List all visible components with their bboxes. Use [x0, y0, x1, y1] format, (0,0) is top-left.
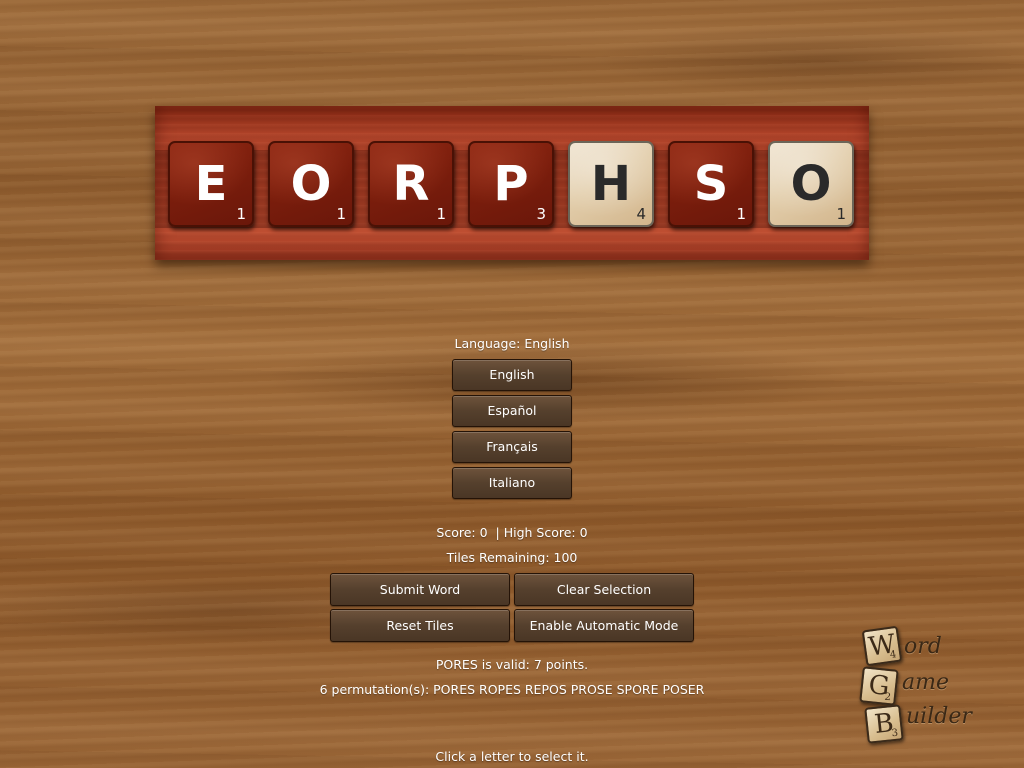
tile-letter: R [392, 156, 430, 212]
letter-tile-selected[interactable]: O 1 [768, 141, 854, 227]
logo-word: ame [902, 670, 949, 695]
logo-tile: W 4 [861, 625, 903, 667]
tile-value: 1 [336, 205, 346, 223]
button-label: English [489, 367, 535, 382]
tile-value: 4 [636, 205, 646, 223]
language-label: Language: English [454, 336, 570, 351]
tile-value: 1 [836, 205, 846, 223]
word-game-builder-logo: W 4 ord G 2 ame B 3 uilder [858, 624, 988, 748]
language-italian-button[interactable]: Italiano [452, 467, 572, 499]
submit-word-button[interactable]: Submit Word [330, 573, 510, 606]
score-text: Score: 0 | High Score: 0 [436, 525, 588, 540]
letter-tile[interactable]: E 1 [168, 141, 254, 227]
language-french-button[interactable]: Français [452, 431, 572, 463]
language-spanish-button[interactable]: Español [452, 395, 572, 427]
game-screen: { "rack": { "tiles": [ {"letter": "E", "… [0, 0, 1024, 768]
button-label: Enable Automatic Mode [529, 618, 679, 633]
tile-letter: P [493, 156, 529, 212]
tile-value: 1 [436, 205, 446, 223]
reset-tiles-button[interactable]: Reset Tiles [330, 609, 510, 642]
tile-letter: H [590, 156, 632, 212]
logo-tile-value: 3 [891, 727, 899, 740]
tile-value: 3 [536, 205, 546, 223]
language-english-button[interactable]: English [452, 359, 572, 391]
tile-value: 1 [736, 205, 746, 223]
logo-tile-value: 4 [889, 649, 898, 661]
tile-letter: E [194, 156, 228, 212]
tile-rack: E 1 O 1 R 1 P 3 H 4 S 1 O 1 [155, 106, 869, 260]
logo-tile: G 2 [859, 666, 899, 706]
button-label: Español [487, 403, 537, 418]
clear-selection-button[interactable]: Clear Selection [514, 573, 694, 606]
button-label: Reset Tiles [386, 618, 454, 633]
tile-letter: O [790, 156, 832, 212]
button-label: Italiano [488, 475, 536, 490]
tile-letter: S [693, 156, 729, 212]
button-label: Submit Word [379, 582, 461, 597]
button-label: Français [486, 439, 538, 454]
button-label: Clear Selection [556, 582, 652, 597]
logo-word: uilder [906, 704, 972, 729]
letter-tile-selected[interactable]: H 4 [568, 141, 654, 227]
letter-tile[interactable]: O 1 [268, 141, 354, 227]
enable-automatic-mode-button[interactable]: Enable Automatic Mode [514, 609, 694, 642]
hint-text: Click a letter to select it. [435, 749, 589, 764]
tile-value: 1 [236, 205, 246, 223]
logo-tile-letter: G [867, 669, 891, 703]
letter-tile[interactable]: R 1 [368, 141, 454, 227]
logo-word: ord [904, 634, 942, 659]
tiles-remaining-text: Tiles Remaining: 100 [446, 550, 578, 565]
tile-letter: O [290, 156, 332, 212]
logo-tile: B 3 [864, 704, 904, 744]
logo-tile-value: 2 [883, 691, 892, 704]
letter-tile[interactable]: S 1 [668, 141, 754, 227]
letter-tile[interactable]: P 3 [468, 141, 554, 227]
